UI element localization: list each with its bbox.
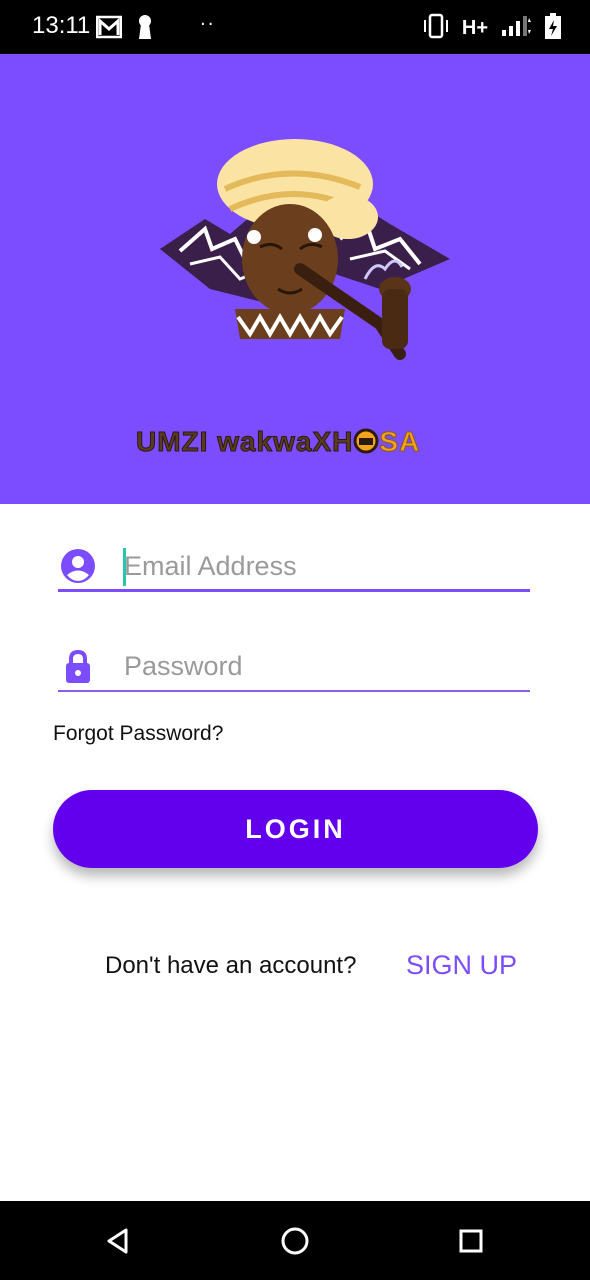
recent-apps-icon[interactable] bbox=[455, 1225, 487, 1257]
network-type: H+ bbox=[461, 16, 488, 39]
navigation-bar bbox=[0, 1201, 590, 1280]
login-button[interactable]: LOGIN bbox=[53, 790, 538, 868]
back-icon[interactable] bbox=[102, 1225, 134, 1257]
notification-dots-icon: ·· bbox=[200, 14, 216, 35]
status-right-icons: H+ bbox=[422, 12, 562, 44]
status-time: 13:11 bbox=[32, 12, 91, 39]
signup-link[interactable]: SIGN UP bbox=[406, 950, 517, 981]
logo-o-icon bbox=[353, 426, 379, 457]
header-banner: UMZI wakwaXH SA bbox=[0, 54, 590, 504]
keyhole-icon bbox=[136, 14, 154, 44]
home-icon[interactable] bbox=[279, 1225, 311, 1257]
status-left-icons bbox=[95, 14, 154, 44]
battery-icon bbox=[544, 12, 562, 44]
status-bar: 13:11 ·· H+ bbox=[0, 0, 590, 54]
signal-icon bbox=[500, 14, 532, 42]
signup-row: Don't have an account? SIGN UP bbox=[0, 950, 590, 986]
lock-icon bbox=[60, 648, 96, 684]
logo-text-dark: UMZI wakwaXH bbox=[135, 426, 354, 458]
no-account-text: Don't have an account? bbox=[105, 952, 357, 979]
logo-image bbox=[150, 139, 460, 419]
password-field[interactable] bbox=[58, 640, 530, 692]
logo-text-gold: SA bbox=[379, 426, 421, 458]
vibrate-icon bbox=[422, 13, 450, 43]
forgot-password-link[interactable]: Forgot Password? bbox=[53, 722, 223, 746]
email-input[interactable] bbox=[124, 546, 524, 586]
logo-text: UMZI wakwaXH SA bbox=[135, 426, 476, 458]
account-circle-icon bbox=[60, 548, 96, 584]
password-input[interactable] bbox=[124, 646, 524, 686]
email-field[interactable] bbox=[58, 540, 530, 592]
gmail-icon bbox=[95, 15, 123, 43]
